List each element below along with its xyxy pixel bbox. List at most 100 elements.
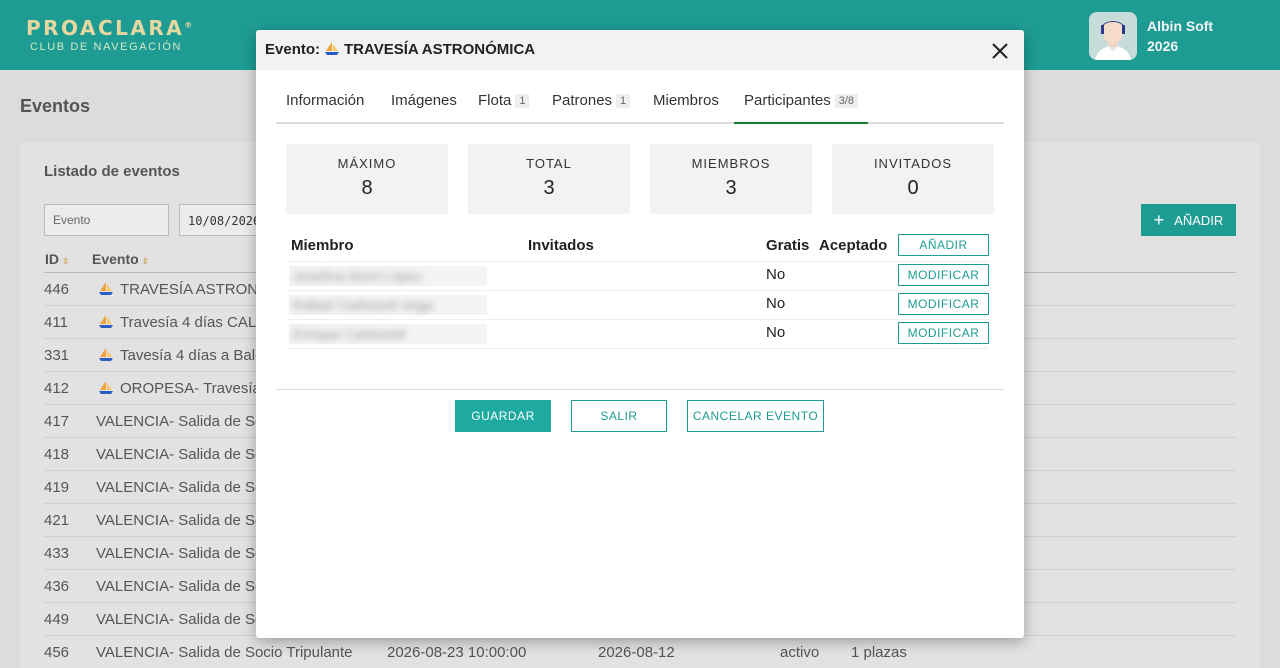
cancel-event-button[interactable]: CANCELAR EVENTO <box>687 400 824 432</box>
avatar[interactable] <box>1089 12 1137 60</box>
tab-label: Flota <box>478 92 512 109</box>
tab-informacion[interactable]: Información <box>286 92 364 109</box>
count-badge: 3/8 <box>834 94 859 108</box>
row-event-name: VALENCIA- Salida de Socio <box>96 512 283 529</box>
tab-patrones[interactable]: Patrones 1 <box>552 92 631 109</box>
modal-title-prefix: Evento: <box>265 41 321 58</box>
participants-header-row <box>286 232 989 262</box>
modify-participant-button[interactable]: MODIFICAR <box>898 293 989 315</box>
sailboat-icon <box>325 42 340 55</box>
row-event-name: VALENCIA- Salida de Socio <box>96 578 283 595</box>
row-id: 419 <box>44 479 70 496</box>
modal-event-name: TRAVESÍA ASTRONÓMICA <box>344 41 536 58</box>
tab-label: Participantes <box>744 92 831 109</box>
row-id: 418 <box>44 446 70 463</box>
user-year: 2026 <box>1147 38 1179 54</box>
row-deadline: 2026-08-12 <box>598 644 675 661</box>
stat-miembros: MIEMBROS 3 <box>650 144 812 214</box>
tab-label: Información <box>286 92 365 109</box>
row-id: 449 <box>44 611 70 628</box>
registered-mark: ® <box>184 20 193 30</box>
row-places: 1 plazas <box>851 644 907 661</box>
column-label-id: ID <box>45 251 59 267</box>
add-event-label: AÑADIR <box>1174 212 1224 228</box>
sort-icon: ⇳ <box>62 256 70 266</box>
row-event-name: VALENCIA- Salida de Socio <box>96 479 283 496</box>
participant-free: No <box>766 324 786 341</box>
row-id: 433 <box>44 545 70 562</box>
close-icon[interactable] <box>990 41 1010 61</box>
row-id: 411 <box>44 314 68 331</box>
row-event-name: VALENCIA- Salida de Socio <box>96 545 283 562</box>
row-event-name: OROPESA- Travesía <box>120 380 261 397</box>
row-id: 412 <box>44 380 70 397</box>
row-event-name: Travesía 4 días CALPE <box>120 314 277 331</box>
tab-label: Patrones <box>552 92 613 109</box>
stat-value: 8 <box>361 177 373 199</box>
user-name: Albin Soft <box>1147 18 1214 34</box>
column-header-id[interactable]: ID ⇳ <box>45 251 70 267</box>
row-status: activo <box>780 644 820 661</box>
tab-label: Miembros <box>653 92 719 109</box>
row-event-name: VALENCIA- Salida de Socio Tripulante <box>96 644 353 661</box>
row-id: 446 <box>44 281 70 298</box>
row-event-name: VALENCIA- Salida de Socio <box>96 611 283 628</box>
stat-label: TOTAL <box>526 156 572 171</box>
logo-main-text: PROACLARA <box>26 16 185 40</box>
row-id: 421 <box>44 512 70 529</box>
row-id: 331 <box>44 347 70 364</box>
sailboat-icon <box>99 315 113 328</box>
participant-name: Rafael Carbonell Vega <box>289 295 487 315</box>
user-menu[interactable]: Albin Soft 2026 <box>1089 12 1213 60</box>
club-logo[interactable]: PROACLARA® CLUB DE NAVEGACIÓN <box>26 16 192 53</box>
exit-button[interactable]: SALIR <box>571 400 667 432</box>
tab-imagenes[interactable]: Imágenes <box>391 92 457 109</box>
modal-tabs: Información Imágenes Flota 1 Patrones 1 Mi… <box>276 80 1004 124</box>
table-row: Enrique Carbonell No MODIFICAR <box>286 320 989 349</box>
participant-name: Josefina Morit López <box>289 266 487 286</box>
sort-icon: ⇳ <box>141 256 150 266</box>
stat-label: INVITADOS <box>873 156 953 171</box>
stat-value: 3 <box>543 177 555 199</box>
save-button[interactable]: GUARDAR <box>455 400 551 432</box>
participant-name: Enrique Carbonell <box>289 324 487 344</box>
column-label-event: Evento <box>92 251 139 267</box>
table-row: Rafael Carbonell Vega No MODIFICAR <box>286 291 989 320</box>
footer-divider <box>276 389 1004 390</box>
event-modal: Evento: TRAVESÍA ASTRONÓMICA Información … <box>256 30 1024 638</box>
modify-participant-button[interactable]: MODIFICAR <box>898 264 989 286</box>
table-row[interactable]: 456 VALENCIA- Salida de Socio Tripulante 2… <box>44 636 1236 668</box>
sailboat-icon <box>99 348 113 361</box>
table-row: Josefina Morit López No MODIFICAR <box>286 262 989 291</box>
row-id: 417 <box>44 413 70 430</box>
page-title: Eventos <box>20 96 91 116</box>
card-title: Listado de eventos <box>44 163 180 180</box>
stat-maximo: MÁXIMO 8 <box>286 144 448 214</box>
count-badge: 1 <box>616 94 631 108</box>
modify-participant-button[interactable]: MODIFICAR <box>898 322 989 344</box>
participant-free: No <box>766 266 786 283</box>
sailboat-icon <box>99 282 113 295</box>
modal-header: Evento: TRAVESÍA ASTRONÓMICA <box>256 30 1024 70</box>
add-event-button[interactable]: + AÑADIR <box>1141 204 1236 236</box>
row-id: 436 <box>44 578 70 595</box>
row-id: 456 <box>44 644 70 661</box>
row-event-name: VALENCIA- Salida de Socio <box>96 413 283 430</box>
tab-label: Imágenes <box>391 92 457 109</box>
stat-invitados: INVITADOS 0 <box>832 144 994 214</box>
row-start-date: 2026-08-23 10:00:00 <box>387 644 527 661</box>
participant-free: No <box>766 295 786 312</box>
user-avatar-icon <box>1089 12 1137 60</box>
logo-subtitle: CLUB DE NAVEGACIÓN <box>30 41 183 53</box>
count-badge: 1 <box>515 94 530 108</box>
tab-flota[interactable]: Flota 1 <box>478 92 530 109</box>
stat-label: MÁXIMO <box>337 156 397 171</box>
tab-participantes[interactable]: Participantes 3/8 <box>733 92 869 124</box>
event-filter-input[interactable]: Evento <box>44 204 169 236</box>
stat-value: 3 <box>725 177 737 199</box>
tab-miembros[interactable]: Miembros <box>653 92 719 109</box>
modal-title: Evento: TRAVESÍA ASTRONÓMICA <box>265 41 535 58</box>
column-header-event[interactable]: Evento ⇳ <box>92 251 149 267</box>
stat-value: 0 <box>907 177 919 199</box>
sailboat-icon <box>99 381 113 394</box>
